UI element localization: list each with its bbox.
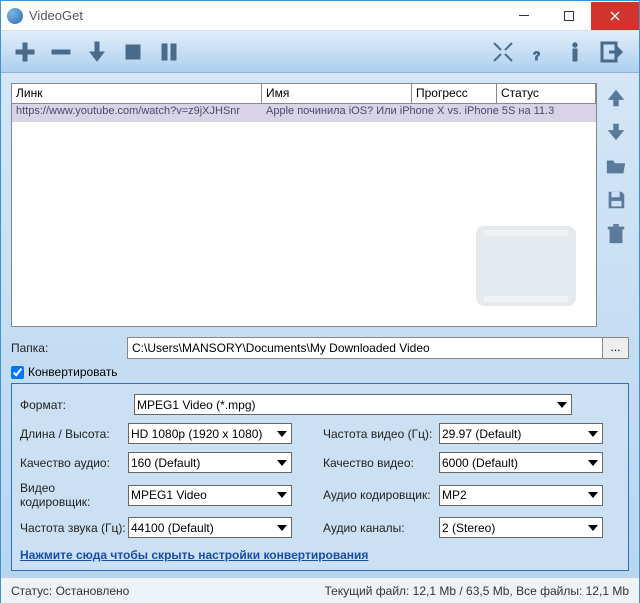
video-freq-select[interactable]: 29.97 (Default) <box>439 423 603 444</box>
save-icon[interactable] <box>605 189 627 211</box>
delete-icon[interactable] <box>605 223 627 245</box>
status-files: Текущий файл: 12,1 Mb / 63,5 Mb, Все фай… <box>324 584 629 598</box>
filmstrip-watermark <box>466 216 586 316</box>
toolbar: ? <box>1 31 639 73</box>
video-quality-label: Качество видео: <box>323 456 439 470</box>
video-encoder-select[interactable]: MPEG1 Video <box>128 485 292 506</box>
video-encoder-label: Видео кодировщик: <box>20 481 128 509</box>
side-buttons <box>603 83 629 327</box>
remove-button[interactable] <box>45 36 77 68</box>
titlebar: VideoGet <box>1 1 639 31</box>
audio-encoder-select[interactable]: MP2 <box>439 485 603 506</box>
open-folder-icon[interactable] <box>605 155 627 177</box>
audio-quality-label: Качество аудио: <box>20 456 128 470</box>
header-name[interactable]: Имя <box>262 84 412 103</box>
grid-row[interactable]: https://www.youtube.com/watch?v=z9jXJHSn… <box>12 104 596 122</box>
dimension-label: Длина / Высота: <box>20 427 128 441</box>
pause-button[interactable] <box>153 36 185 68</box>
folder-input[interactable] <box>127 337 603 359</box>
format-label: Формат: <box>20 398 128 412</box>
info-button[interactable] <box>559 36 591 68</box>
settings-button[interactable] <box>487 36 519 68</box>
video-freq-label: Частота видео (Гц): <box>323 427 439 441</box>
status-bar: Статус: Остановлено Текущий файл: 12,1 M… <box>1 577 639 603</box>
exit-button[interactable] <box>595 36 627 68</box>
download-button[interactable] <box>81 36 113 68</box>
help-button[interactable]: ? <box>523 36 555 68</box>
format-select[interactable]: MPEG1 Video (*.mpg) <box>134 394 572 415</box>
dimension-select[interactable]: HD 1080p (1920 x 1080) <box>128 423 292 444</box>
svg-text:?: ? <box>533 49 540 63</box>
header-progress[interactable]: Прогресс <box>412 84 497 103</box>
conversion-settings: Формат: MPEG1 Video (*.mpg) Длина / Высо… <box>11 383 629 571</box>
add-button[interactable] <box>9 36 41 68</box>
move-down-icon[interactable] <box>605 121 627 143</box>
grid-header: Линк Имя Прогресс Статус <box>12 84 596 104</box>
header-link[interactable]: Линк <box>12 84 262 103</box>
audio-quality-select[interactable]: 160 (Default) <box>128 452 292 473</box>
window-title: VideoGet <box>29 8 501 23</box>
audio-channels-label: Аудио каналы: <box>323 521 439 535</box>
audio-freq-label: Частота звука (Гц): <box>20 521 128 535</box>
hide-settings-link[interactable]: Нажмите сюда чтобы скрыть настройки конв… <box>20 548 368 562</box>
browse-button[interactable]: ... <box>603 337 629 359</box>
close-button[interactable] <box>591 2 639 30</box>
header-status[interactable]: Статус <box>497 84 596 103</box>
cell-name: Apple починила iOS? Или iPhone X vs. iPh… <box>262 104 596 122</box>
convert-label: Конвертировать <box>28 365 118 379</box>
audio-encoder-label: Аудио кодировщик: <box>323 488 439 502</box>
folder-label: Папка: <box>11 341 119 355</box>
download-grid[interactable]: Линк Имя Прогресс Статус https://www.you… <box>11 83 597 327</box>
video-quality-select[interactable]: 6000 (Default) <box>439 452 603 473</box>
minimize-button[interactable] <box>501 2 546 30</box>
move-up-icon[interactable] <box>605 87 627 109</box>
audio-channels-select[interactable]: 2 (Stereo) <box>439 517 603 538</box>
cell-link: https://www.youtube.com/watch?v=z9jXJHSn… <box>12 104 262 122</box>
app-icon <box>7 8 23 24</box>
maximize-button[interactable] <box>546 2 591 30</box>
status-state: Статус: Остановлено <box>11 584 129 598</box>
stop-button[interactable] <box>117 36 149 68</box>
audio-freq-select[interactable]: 44100 (Default) <box>128 517 292 538</box>
convert-checkbox[interactable] <box>11 366 24 379</box>
